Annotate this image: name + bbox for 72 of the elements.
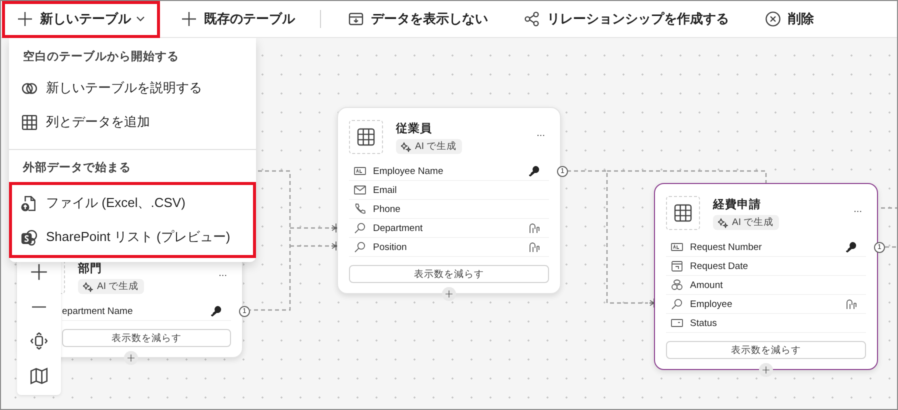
connector-line: [885, 246, 897, 248]
table-icon: [21, 114, 38, 130]
column-row[interactable]: Status: [666, 314, 866, 333]
table-title: 経費申請: [713, 197, 761, 212]
ai-badge: AI で生成: [713, 215, 779, 230]
section-header: 空白のテーブルから開始する: [22, 49, 180, 65]
plus-icon: [17, 11, 33, 27]
table-title: 従業員: [396, 121, 432, 136]
plus-icon: [445, 290, 453, 298]
add-button[interactable]: [759, 363, 773, 377]
column-row[interactable]: Email: [349, 181, 549, 200]
plus-icon: [127, 354, 135, 362]
nodes-icon: [524, 11, 540, 27]
relation-icon: [528, 241, 540, 253]
table-icon: [357, 128, 375, 146]
map-icon: [30, 366, 48, 385]
key-icon: [528, 165, 540, 177]
more-button[interactable]: ...: [850, 204, 866, 215]
key-icon: [210, 305, 222, 317]
sparkle-icon: [718, 218, 728, 228]
file-upload-icon: [21, 194, 38, 212]
ai-badge: AI で生成: [396, 139, 462, 154]
column-row[interactable]: Phone: [349, 200, 549, 219]
sparkle-icon: [401, 142, 411, 152]
column-row[interactable]: Department: [349, 219, 549, 238]
menu-item[interactable]: 新しいテーブルを説明する: [9, 71, 256, 105]
connector-line: [881, 207, 897, 209]
text-field-icon: [671, 241, 683, 253]
add-button[interactable]: [124, 351, 138, 365]
calendar-icon: [671, 260, 683, 272]
toolbar-button[interactable]: 既存のテーブル: [166, 1, 310, 38]
column-row[interactable]: Position: [349, 238, 549, 257]
ai-badge: AI で生成: [78, 279, 144, 294]
more-button[interactable]: ...: [532, 128, 549, 139]
relation-icon: [528, 222, 540, 234]
table-icon: [674, 204, 692, 222]
plus-icon: [30, 263, 48, 282]
plus-icon: [762, 366, 770, 374]
search-icon: [671, 298, 683, 310]
section-header: 外部データで始まる: [22, 160, 132, 176]
phone-icon: [354, 203, 366, 215]
toolbar-button[interactable]: リレーションシップを作成する: [509, 1, 744, 38]
show-less-button[interactable]: 表示数を減らす: [666, 341, 866, 359]
tray-icon: [348, 11, 364, 27]
toolbar-button[interactable]: 新しいテーブル: [2, 1, 160, 38]
cloud-badge-icon: [21, 228, 38, 246]
search-icon: [354, 222, 366, 234]
more-button[interactable]: ...: [214, 268, 231, 279]
menu-item[interactable]: ファイル (Excel、.CSV): [12, 186, 253, 220]
toolbar-button[interactable]: 削除: [750, 1, 829, 38]
text-field-icon: [354, 165, 366, 177]
key-icon: [845, 241, 857, 253]
add-button[interactable]: [442, 287, 456, 301]
mail-icon: [354, 184, 366, 196]
table-title: 部門: [78, 261, 102, 276]
relation-icon: [845, 298, 857, 310]
column-row[interactable]: Request Date: [666, 257, 866, 276]
show-less-button[interactable]: 表示数を減らす: [349, 265, 549, 283]
column-row[interactable]: Employee: [666, 295, 866, 314]
plus-icon: [181, 11, 197, 27]
coins-icon: [671, 279, 683, 291]
show-less-button[interactable]: 表示数を減らす: [62, 329, 231, 347]
minus-icon: [30, 306, 48, 308]
chevron-down-icon: [136, 16, 145, 22]
fit-view-icon: [30, 332, 48, 350]
sparkle-icon: [83, 282, 93, 292]
dropdown-field-icon: [671, 317, 683, 329]
column-row[interactable]: Amount: [666, 276, 866, 295]
menu-item[interactable]: 列とデータを追加: [9, 105, 256, 139]
search-icon: [354, 241, 366, 253]
toolbar-button[interactable]: データを表示しない: [333, 1, 503, 38]
close-icon: [765, 11, 781, 27]
